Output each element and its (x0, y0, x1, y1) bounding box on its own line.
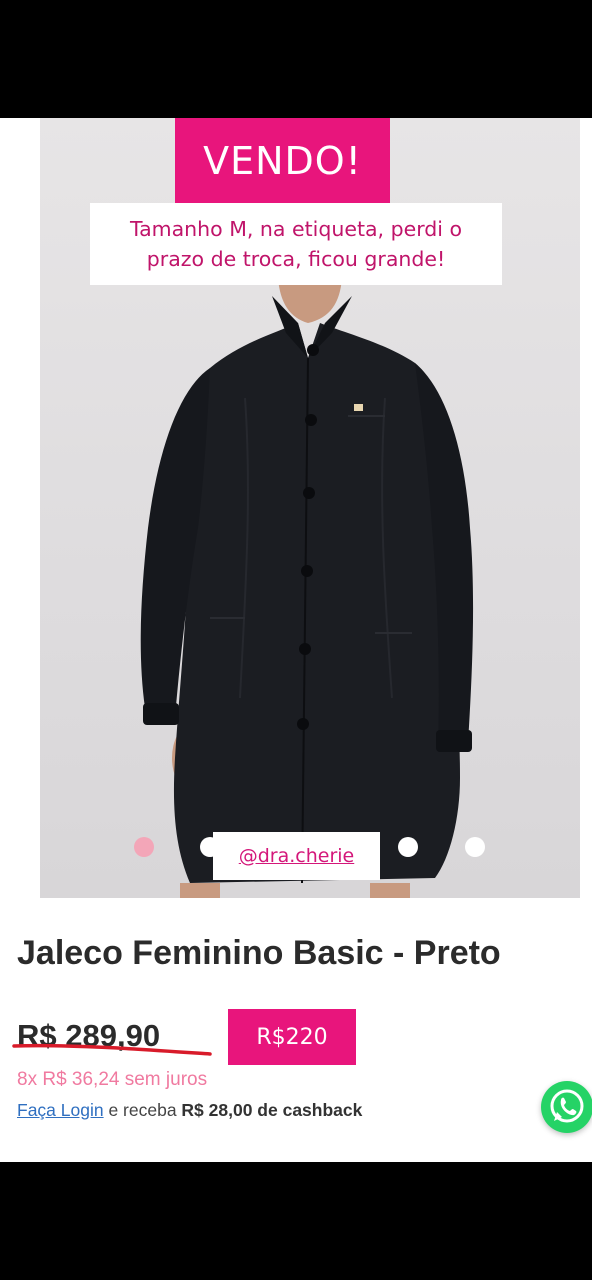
carousel-dot-active[interactable] (134, 837, 154, 857)
sale-note-line: prazo de troca, ficou grande! (146, 247, 446, 271)
login-link[interactable]: Faça Login (17, 1100, 104, 1120)
sale-note-line: Tamanho M, na etiqueta, perdi o (129, 217, 463, 241)
sale-banner: VENDO! (175, 118, 390, 203)
cashback-amount: R$ 28,00 de cashback (181, 1100, 363, 1120)
top-black-bar (0, 0, 592, 118)
instagram-handle-tag[interactable]: @dra.cherie (213, 832, 380, 880)
bottom-black-bar (0, 1162, 592, 1280)
strikethrough-mark (12, 1043, 212, 1056)
cashback-line: Faça Login e receba R$ 28,00 de cashback (17, 1100, 362, 1121)
carousel-dot[interactable] (465, 837, 485, 857)
new-price-tag: R$220 (228, 1009, 356, 1065)
product-title: Jaleco Feminino Basic - Preto (17, 934, 501, 972)
sale-note: Tamanho M, na etiqueta, perdi o prazo de… (90, 203, 502, 285)
installments-text: 8x R$ 36,24 sem juros (17, 1069, 208, 1090)
whatsapp-button[interactable] (541, 1081, 592, 1133)
carousel-dot[interactable] (398, 837, 418, 857)
product-page: VENDO! Tamanho M, na etiqueta, perdi o p… (0, 118, 592, 1162)
cashback-text: e receba (103, 1100, 182, 1120)
whatsapp-icon (550, 1089, 584, 1123)
